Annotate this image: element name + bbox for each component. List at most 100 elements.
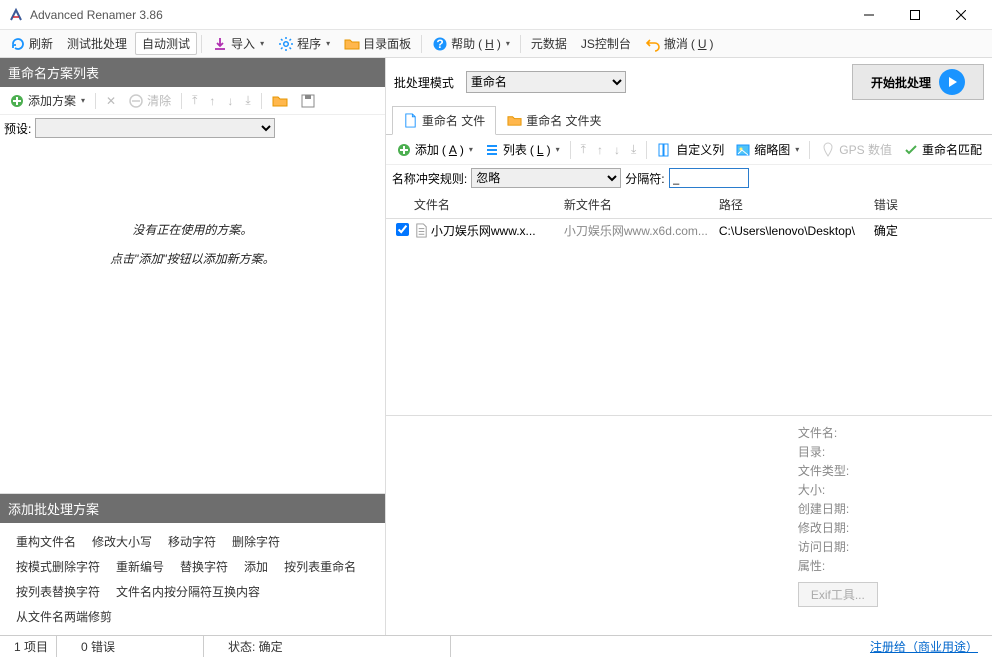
row-checkbox[interactable]: [396, 223, 409, 236]
exif-tool-button[interactable]: Exif工具...: [798, 582, 878, 607]
move-down-button[interactable]: ↓: [222, 92, 238, 110]
gps-button[interactable]: GPS 数值: [816, 139, 896, 160]
info-size: 大小:: [798, 481, 980, 498]
method-8[interactable]: 按列表重命名: [276, 554, 364, 579]
auto-test-button[interactable]: 自动测试: [135, 32, 197, 55]
move-bottom-button[interactable]: ⤓: [240, 91, 255, 110]
info-accessed: 访问日期:: [798, 538, 980, 555]
sort-bottom-button[interactable]: ⤓: [627, 140, 640, 159]
method-4[interactable]: 按模式删除字符: [8, 554, 108, 579]
method-9[interactable]: 按列表替换字符: [8, 579, 108, 604]
tab-rename-files[interactable]: 重命名 文件: [392, 106, 496, 135]
refresh-icon: [10, 36, 26, 52]
app-logo-icon: [8, 7, 24, 23]
delimiter-label: 分隔符:: [625, 170, 664, 187]
play-icon: [939, 69, 965, 95]
status-state: 状态: 确定: [220, 638, 450, 655]
conflict-label: 名称冲突规则:: [392, 170, 467, 187]
conflict-select[interactable]: 忽略: [471, 168, 621, 188]
help-icon: ?: [432, 36, 448, 52]
js-console-button[interactable]: JS控制台: [575, 33, 637, 54]
file-icon: [403, 113, 418, 128]
method-3[interactable]: 删除字符: [224, 529, 288, 554]
move-top-button[interactable]: ⤒: [187, 91, 202, 110]
plus-icon: [396, 142, 412, 158]
add-files-button[interactable]: 添加 (A)▾: [392, 139, 477, 160]
info-filename: 文件名:: [798, 424, 980, 441]
preset-select[interactable]: [35, 118, 275, 138]
import-button[interactable]: 导入▾: [206, 33, 270, 54]
columns-icon: [657, 142, 673, 158]
document-icon: [414, 223, 429, 238]
table-row[interactable]: 小刀娱乐网www.x... 小刀娱乐网www.x6d.com... C:\Use…: [386, 219, 992, 242]
preset-label: 预设:: [4, 120, 31, 137]
col-newname[interactable]: 新文件名: [560, 194, 715, 215]
plus-icon: [9, 93, 25, 109]
sort-down-button[interactable]: ↓: [610, 141, 624, 159]
col-path[interactable]: 路径: [715, 194, 870, 215]
list-menu-button[interactable]: 列表 (L)▾: [480, 139, 564, 160]
check-icon: [903, 142, 919, 158]
undo-button[interactable]: 撤消 (U): [639, 33, 720, 54]
col-filename[interactable]: 文件名: [410, 194, 560, 215]
info-attrs: 属性:: [798, 557, 980, 574]
dir-panel-button[interactable]: 目录面板: [338, 33, 417, 54]
close-button[interactable]: [938, 0, 984, 30]
clear-icon: [128, 93, 144, 109]
add-method-button[interactable]: 添加方案▾: [4, 90, 90, 111]
list-icon: [484, 142, 500, 158]
help-button[interactable]: ? 帮助 (H)▾: [426, 33, 516, 54]
move-up-button[interactable]: ↑: [204, 92, 220, 110]
sort-up-button[interactable]: ↑: [593, 141, 607, 159]
gear-icon: [278, 36, 294, 52]
pin-icon: [820, 142, 836, 158]
folder-icon: [272, 93, 288, 109]
folder-icon: [344, 36, 360, 52]
start-batch-button[interactable]: 开始批处理: [852, 64, 984, 100]
method-7[interactable]: 添加: [236, 554, 276, 579]
image-icon: [735, 142, 751, 158]
method-6[interactable]: 替换字符: [172, 554, 236, 579]
method-10[interactable]: 文件名内按分隔符互换内容: [108, 579, 268, 604]
import-icon: [212, 36, 228, 52]
register-link[interactable]: 注册给（商业用途）: [862, 638, 986, 655]
rename-match-button[interactable]: 重命名匹配: [899, 139, 986, 160]
batch-mode-label: 批处理模式: [394, 74, 454, 91]
refresh-button[interactable]: 刷新: [4, 33, 59, 54]
svg-text:?: ?: [436, 37, 443, 51]
batch-mode-select[interactable]: 重命名: [466, 71, 626, 93]
test-batch-button[interactable]: 测试批处理: [61, 33, 133, 54]
metadata-button[interactable]: 元数据: [525, 33, 573, 54]
methods-header: 重命名方案列表: [0, 58, 385, 87]
info-dir: 目录:: [798, 443, 980, 460]
method-0[interactable]: 重构文件名: [8, 529, 84, 554]
empty-msg-1: 没有正在使用的方案。: [132, 221, 252, 238]
method-11[interactable]: 从文件名两端修剪: [8, 604, 120, 629]
method-1[interactable]: 修改大小写: [84, 529, 160, 554]
tab-rename-folders[interactable]: 重命名 文件夹: [496, 106, 612, 134]
folder-icon: [507, 113, 522, 128]
delimiter-input[interactable]: [669, 168, 749, 188]
custom-columns-button[interactable]: 自定义列: [653, 139, 728, 160]
info-modified: 修改日期:: [798, 519, 980, 536]
empty-msg-2: 点击"添加"按钮以添加新方案。: [110, 250, 275, 267]
remove-method-button[interactable]: ✕: [101, 92, 121, 110]
info-created: 创建日期:: [798, 500, 980, 517]
undo-icon: [645, 36, 661, 52]
clear-methods-button[interactable]: 清除: [123, 90, 176, 111]
col-error[interactable]: 错误: [870, 194, 930, 215]
status-errors: 0 错误: [73, 638, 203, 655]
window-title: Advanced Renamer 3.86: [30, 8, 846, 22]
method-2[interactable]: 移动字符: [160, 529, 224, 554]
add-method-header: 添加批处理方案: [0, 494, 385, 523]
thumbnails-button[interactable]: 缩略图▾: [731, 139, 803, 160]
method-5[interactable]: 重新编号: [108, 554, 172, 579]
save-methods-button[interactable]: [295, 91, 321, 111]
program-button[interactable]: 程序▾: [272, 33, 336, 54]
minimize-button[interactable]: [846, 0, 892, 30]
maximize-button[interactable]: [892, 0, 938, 30]
info-type: 文件类型:: [798, 462, 980, 479]
sort-top-button[interactable]: ⤒: [577, 140, 590, 159]
open-methods-button[interactable]: [267, 91, 293, 111]
save-icon: [300, 93, 316, 109]
